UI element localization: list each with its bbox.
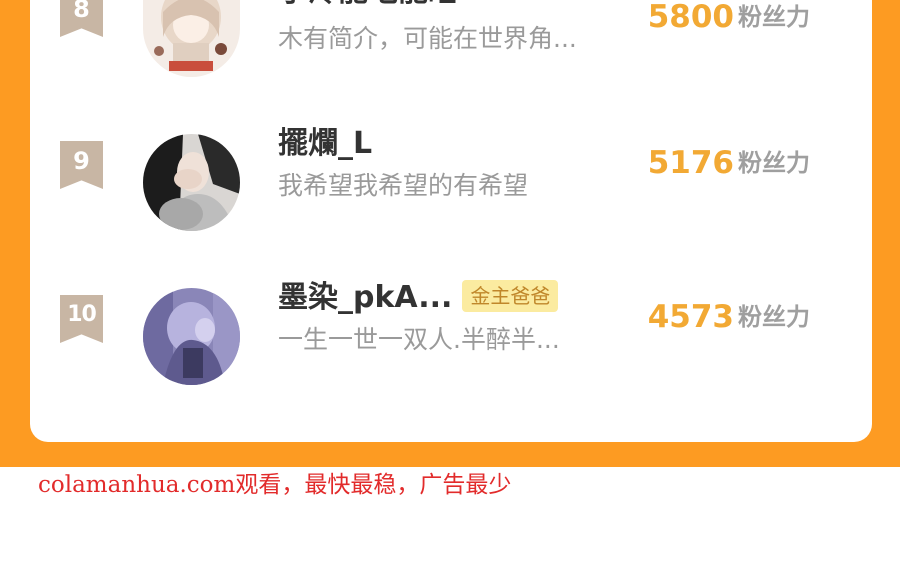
watermark-text: colamanhua.com观看，最快最稳，广告最少 [38, 472, 512, 498]
fan-power-score: 5176 [647, 145, 734, 181]
fan-power-score: 5800 [647, 0, 734, 35]
user-bio: 我希望我希望的有希望 [278, 171, 529, 200]
user-bio: 木有简介，可能在世界角... [278, 24, 577, 53]
rank-number: 10 [67, 302, 97, 327]
leaderboard-row[interactable]: 10 墨染_pkA... 金主爸爸 一生一世一双人.半醉半... 4573 粉丝力 [30, 279, 872, 402]
leaderboard-card: 8 小泠能吃能睡 木有简介，可能在世界角... 5800 粉丝力 [30, 0, 872, 442]
rank-ribbon: 10 [60, 295, 103, 343]
fan-power-score: 4573 [647, 299, 734, 335]
leaderboard-frame: 8 小泠能吃能睡 木有简介，可能在世界角... 5800 粉丝力 [0, 0, 900, 467]
user-name[interactable]: 擺爛_L [278, 126, 372, 162]
leaderboard-row[interactable]: 9 擺爛_L 我希望我希望的有希望 5176 粉丝力 [30, 126, 872, 248]
user-name[interactable]: 小泠能吃能睡 [278, 0, 458, 10]
user-name[interactable]: 墨染_pkA... 金主爸爸 [278, 279, 559, 316]
avatar[interactable] [143, 288, 240, 385]
avatar[interactable] [143, 134, 240, 231]
leaderboard-row[interactable]: 8 小泠能吃能睡 木有简介，可能在世界角... 5800 粉丝力 [30, 0, 872, 97]
patron-badge: 金主爸爸 [462, 279, 559, 312]
rank-ribbon: 8 [60, 0, 103, 37]
avatar[interactable] [143, 0, 240, 77]
fan-power-label: 粉丝力 [738, 149, 810, 177]
rank-ribbon: 9 [60, 141, 103, 189]
rank-number: 8 [73, 0, 90, 23]
user-name-text[interactable]: 墨染_pkA... [278, 280, 452, 315]
rank-number: 9 [73, 147, 90, 175]
fan-power-label: 粉丝力 [738, 303, 810, 331]
fan-power-label: 粉丝力 [738, 3, 810, 31]
user-bio: 一生一世一双人.半醉半... [278, 325, 560, 354]
